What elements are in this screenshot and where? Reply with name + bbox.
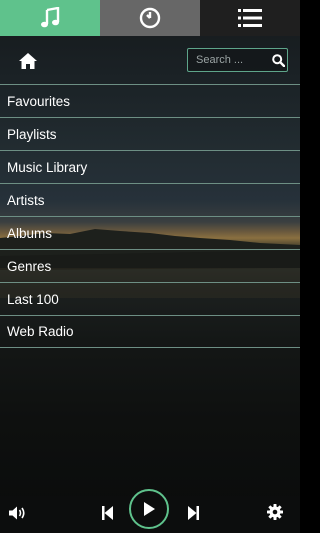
- search-icon[interactable]: [270, 51, 287, 69]
- volume-icon: [8, 506, 25, 520]
- volume-button[interactable]: [8, 504, 26, 522]
- top-tabs: [0, 0, 300, 36]
- next-icon: [187, 506, 199, 520]
- list-icon: [238, 9, 262, 27]
- search-input[interactable]: [196, 54, 268, 66]
- play-button[interactable]: [129, 489, 169, 529]
- search-box: [187, 48, 288, 72]
- tab-music[interactable]: [0, 0, 100, 36]
- library-menu: Favourites Playlists Music Library Artis…: [0, 84, 300, 348]
- clock-icon: [139, 7, 161, 29]
- previous-button[interactable]: [100, 504, 114, 522]
- app: Favourites Playlists Music Library Artis…: [0, 0, 300, 533]
- menu-item-web-radio[interactable]: Web Radio: [0, 315, 300, 348]
- play-icon: [144, 502, 155, 516]
- previous-icon: [101, 506, 113, 520]
- menu-item-playlists[interactable]: Playlists: [0, 117, 300, 150]
- next-button[interactable]: [186, 504, 200, 522]
- menu-item-artists[interactable]: Artists: [0, 183, 300, 216]
- menu-item-music-library[interactable]: Music Library: [0, 150, 300, 183]
- settings-button[interactable]: [266, 503, 284, 521]
- tab-list[interactable]: [200, 0, 300, 36]
- gear-icon: [267, 504, 283, 520]
- home-icon: [19, 53, 37, 69]
- menu-item-last-100[interactable]: Last 100: [0, 282, 300, 315]
- tab-clock[interactable]: [100, 0, 200, 36]
- menu-item-favourites[interactable]: Favourites: [0, 84, 300, 117]
- home-button[interactable]: [16, 50, 40, 72]
- music-note-icon: [41, 7, 60, 28]
- menu-item-albums[interactable]: Albums: [0, 216, 300, 249]
- menu-item-genres[interactable]: Genres: [0, 249, 300, 282]
